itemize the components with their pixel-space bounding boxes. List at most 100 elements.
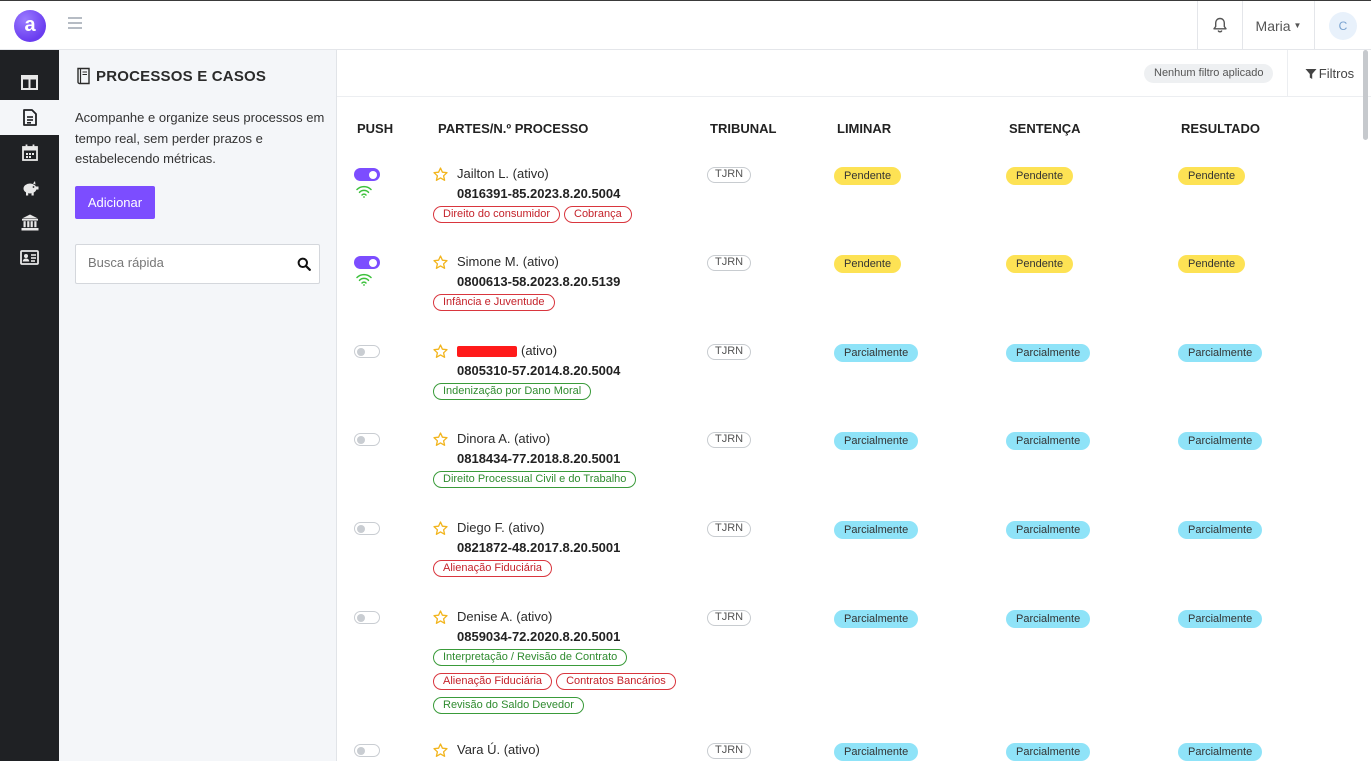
menu-toggle-icon[interactable] (68, 17, 82, 31)
header-sentence: SENTENÇA (1009, 121, 1081, 136)
sentence-status-badge: Parcialmente (1006, 743, 1091, 761)
top-right-actions: Maria ▼ C (1197, 1, 1371, 50)
party-name[interactable]: Denise A. (ativo) (457, 609, 552, 624)
category-tag[interactable]: Direito do consumidor (433, 206, 560, 223)
injunction-status-badge: Pendente (834, 255, 902, 273)
court-badge: TJRN (707, 610, 752, 626)
sidebar-item-processos[interactable] (0, 100, 59, 135)
tag-list: Direito do consumidor Cobrança (433, 204, 733, 228)
filters-button[interactable]: Filtros (1287, 50, 1371, 97)
id-card-icon (20, 250, 39, 265)
sentence-status-badge: Parcialmente (1006, 344, 1091, 362)
sidebar-item-financeiro[interactable] (0, 170, 59, 205)
party-name[interactable]: Vara Ú. (ativo) (457, 742, 540, 757)
star-icon[interactable] (433, 432, 448, 447)
category-tag[interactable]: Direito Processual Civil e do Trabalho (433, 471, 637, 488)
result-status-badge: Pendente (1178, 255, 1246, 273)
page-title-text: PROCESSOS E CASOS (96, 67, 267, 85)
bank-building-icon (21, 214, 38, 231)
sidebar-item-dashboard[interactable] (0, 65, 59, 100)
party-name[interactable]: (ativo) (457, 343, 557, 358)
document-icon (22, 109, 37, 126)
process-number[interactable]: 0818434-77.2018.8.20.5001 (457, 451, 620, 466)
party-name-text: Jailton L. (ativo) (457, 166, 549, 181)
tag-list: Direito Processual Civil e do Trabalho (433, 469, 733, 493)
result-status-badge: Parcialmente (1178, 432, 1263, 450)
page-title: PROCESSOS E CASOS (75, 67, 266, 85)
category-tag[interactable]: Cobrança (564, 206, 632, 223)
party-name-text: Diego F. (ativo) (457, 520, 545, 535)
court-badge: TJRN (707, 432, 752, 448)
category-tag[interactable]: Revisão do Saldo Devedor (433, 697, 584, 714)
star-icon[interactable] (433, 344, 448, 359)
result-status-badge: Pendente (1178, 167, 1246, 185)
category-tag[interactable]: Contratos Bancários (556, 673, 676, 690)
app-logo[interactable]: a (14, 10, 46, 42)
sentence-status-badge: Parcialmente (1006, 610, 1091, 628)
party-name-text: Denise A. (ativo) (457, 609, 553, 624)
tag-list: Interpretação / Revisão de Contrato Alien… (433, 647, 733, 719)
process-number[interactable]: 0816391-85.2023.8.20.5004 (457, 186, 620, 201)
push-toggle[interactable] (354, 744, 380, 757)
avatar[interactable]: C (1329, 11, 1357, 40)
party-name-text: (ativo) (521, 343, 558, 358)
push-toggle[interactable] (354, 522, 380, 535)
result-status-badge: Parcialmente (1178, 610, 1263, 628)
star-icon[interactable] (433, 610, 448, 625)
push-toggle[interactable] (354, 168, 380, 181)
category-tag[interactable]: Alienação Fiduciária (433, 673, 553, 690)
process-number[interactable]: 0800613-58.2023.8.20.5139 (457, 274, 620, 289)
bell-icon (1213, 17, 1227, 33)
injunction-status-badge: Parcialmente (834, 521, 919, 539)
piggy-bank-icon (23, 180, 38, 195)
court-badge: TJRN (707, 344, 752, 360)
result-status-badge: Parcialmente (1178, 521, 1263, 539)
notifications-button[interactable] (1197, 1, 1242, 50)
push-toggle[interactable] (354, 433, 380, 446)
filters-label: Filtros (1318, 66, 1355, 81)
add-button[interactable]: Adicionar (75, 186, 155, 219)
injunction-status-badge: Parcialmente (834, 610, 919, 628)
processos-panel: PROCESSOS E CASOS Acompanhe e organize s… (59, 50, 337, 761)
wifi-signal-icon (356, 185, 372, 198)
sidebar-item-tribunais[interactable] (0, 205, 59, 240)
calendar-icon (21, 144, 38, 161)
star-icon[interactable] (433, 521, 448, 536)
party-name[interactable]: Jailton L. (ativo) (457, 166, 549, 181)
process-number[interactable]: 0859034-72.2020.8.20.5001 (457, 629, 620, 644)
search-input[interactable] (88, 255, 288, 270)
push-toggle[interactable] (354, 345, 380, 358)
star-icon[interactable] (433, 167, 448, 182)
process-number[interactable]: 0805310-57.2014.8.20.5004 (457, 363, 620, 378)
star-icon[interactable] (433, 255, 448, 270)
sentence-status-badge: Parcialmente (1006, 432, 1091, 450)
header-result: RESULTADO (1181, 121, 1260, 136)
dashboard-columns-icon (21, 75, 38, 90)
star-icon[interactable] (433, 743, 448, 758)
sidebar-item-contatos[interactable] (0, 240, 59, 275)
search-icon[interactable] (297, 257, 311, 271)
redacted-name-mark (457, 346, 517, 358)
header-push: PUSH (357, 121, 394, 136)
page-description: Acompanhe e organize seus processos em t… (75, 110, 325, 166)
header-parties: PARTES/N.º PROCESSO (438, 121, 589, 136)
user-name: Maria (1255, 17, 1291, 34)
push-toggle[interactable] (354, 611, 380, 624)
party-name[interactable]: Dinora A. (ativo) (457, 431, 550, 446)
filter-status-badge: Nenhum filtro aplicado (1144, 64, 1274, 83)
category-tag[interactable]: Interpretação / Revisão de Contrato (433, 649, 628, 666)
category-tag[interactable]: Indenização por Dano Moral (433, 383, 592, 400)
party-name[interactable]: Diego F. (ativo) (457, 520, 544, 535)
court-badge: TJRN (707, 255, 752, 271)
court-badge: TJRN (707, 167, 752, 183)
process-number[interactable]: 0821872-48.2017.8.20.5001 (457, 540, 620, 555)
sidebar-item-agenda[interactable] (0, 135, 59, 170)
caret-down-icon: ▼ (1293, 21, 1302, 30)
category-tag[interactable]: Alienação Fiduciária (433, 560, 553, 577)
party-name[interactable]: Simone M. (ativo) (457, 254, 559, 269)
user-menu[interactable]: Maria ▼ (1242, 1, 1314, 50)
push-toggle[interactable] (354, 256, 380, 269)
sentence-status-badge: Pendente (1006, 255, 1074, 273)
vertical-scrollbar[interactable] (1363, 50, 1368, 140)
category-tag[interactable]: Infância e Juventude (433, 294, 555, 311)
